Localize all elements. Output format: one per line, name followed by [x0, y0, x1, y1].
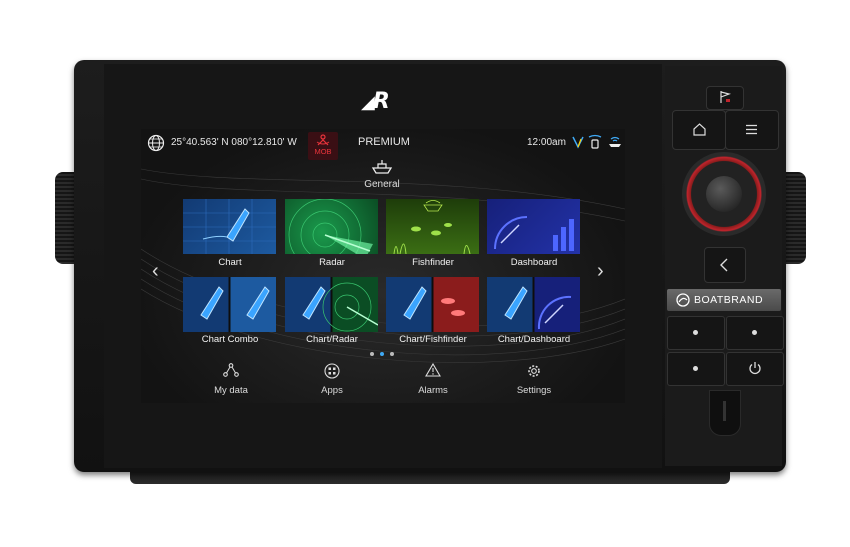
app-label-chart: Chart: [218, 257, 242, 268]
waypoint-button[interactable]: [706, 86, 744, 110]
app-tile-fishfinder[interactable]: [386, 199, 479, 254]
man-overboard-icon: [316, 134, 330, 146]
mode-label: PREMIUM: [358, 136, 410, 148]
page-dot-1[interactable]: [370, 352, 374, 356]
mob-label: MOB: [314, 147, 332, 156]
soft-key-2[interactable]: [726, 316, 784, 350]
nav-label-apps: Apps: [321, 385, 343, 396]
brand-logo-mark: ◢: [361, 92, 375, 113]
nav-my-data[interactable]: My data: [201, 361, 261, 399]
nav-label-my-data: My data: [214, 385, 248, 396]
chart-fishfinder-app-icon: [403, 286, 465, 320]
gps-signal-icon[interactable]: [572, 135, 584, 149]
app-tile-radar[interactable]: [285, 199, 378, 254]
autopilot-icon[interactable]: [588, 134, 602, 150]
nav-label-settings: Settings: [516, 385, 552, 396]
home-button[interactable]: [672, 110, 726, 150]
apps-grid-icon: [324, 363, 340, 379]
dot-icon: [693, 330, 698, 335]
dashboard-app-icon: [494, 216, 574, 251]
device-base: [130, 470, 730, 484]
app-label-radar: Radar: [319, 257, 345, 268]
app-label-chart-fishfinder: Chart/Fishfinder: [399, 334, 467, 345]
card-slot-door[interactable]: [709, 390, 741, 436]
radar-app-icon: [288, 199, 373, 254]
chart-combo-app-icon: [200, 286, 270, 320]
globe-icon[interactable]: [147, 134, 165, 152]
previous-page-arrow[interactable]: ‹: [152, 260, 159, 283]
warning-triangle-icon: [425, 363, 441, 377]
app-tile-dashboard[interactable]: [487, 199, 580, 254]
chart-radar-app-icon: [302, 282, 378, 332]
app-label-chart-dashboard: Chart/Dashboard: [497, 334, 571, 345]
app-tile-chart-radar[interactable]: [285, 277, 378, 332]
brand-plate: BOATBRAND: [667, 289, 781, 311]
position-coordinates: 25°40.563' N 080°12.810' W: [171, 137, 297, 148]
app-tile-chart[interactable]: [183, 199, 276, 254]
home-icon: [693, 123, 706, 136]
nav-settings[interactable]: Settings: [504, 361, 564, 399]
app-label-fishfinder: Fishfinder: [412, 257, 454, 268]
app-label-chart-combo: Chart Combo: [201, 334, 259, 345]
chevron-left-icon: [720, 258, 728, 272]
right-mount-knob[interactable]: [784, 172, 806, 264]
chart-app-icon: [183, 199, 276, 254]
soft-key-3[interactable]: [667, 352, 725, 386]
brand-swirl-icon: [676, 293, 690, 307]
joystick[interactable]: [706, 176, 742, 212]
menu-button[interactable]: [725, 110, 779, 150]
power-button[interactable]: [726, 352, 784, 386]
app-tile-chart-combo[interactable]: [183, 277, 276, 332]
gear-icon: [528, 365, 540, 377]
brand-logo-text: R: [372, 89, 390, 114]
share-nodes-icon: [223, 363, 239, 377]
mob-button[interactable]: MOB: [308, 132, 338, 160]
clock: 12:00am: [527, 137, 566, 148]
app-label-chart-radar: Chart/Radar: [306, 334, 358, 345]
next-page-arrow[interactable]: ›: [597, 260, 604, 283]
card-slot-handle: [723, 401, 726, 421]
app-label-dashboard: Dashboard: [510, 257, 558, 268]
power-icon: [749, 362, 761, 375]
status-bar: 25°40.563' N 080°12.810' W MOB PREMIUM 1…: [141, 129, 625, 160]
dot-icon: [693, 366, 698, 371]
nav-alarms[interactable]: Alarms: [403, 361, 463, 399]
nav-apps[interactable]: Apps: [302, 361, 362, 399]
brand-plate-text: BOATBRAND: [694, 294, 764, 306]
soft-key-1[interactable]: [667, 316, 725, 350]
brand-logo: ◢R: [361, 89, 390, 114]
flag-icon: [720, 91, 732, 103]
page-dot-3[interactable]: [390, 352, 394, 356]
dot-icon: [752, 330, 757, 335]
sonar-icon[interactable]: [607, 135, 623, 149]
boat-home-icon: [371, 160, 393, 174]
chart-dashboard-app-icon: [504, 286, 572, 330]
nav-label-alarms: Alarms: [418, 385, 448, 396]
app-tile-chart-dashboard[interactable]: [487, 277, 580, 332]
app-tile-chart-fishfinder[interactable]: [386, 277, 479, 332]
page-dot-2[interactable]: [380, 352, 384, 356]
back-button[interactable]: [704, 247, 746, 283]
fishfinder-app-icon: [393, 200, 471, 254]
group-label: General: [364, 179, 400, 190]
touch-screen[interactable]: 25°40.563' N 080°12.810' W MOB PREMIUM 1…: [141, 129, 625, 403]
hamburger-menu-icon: [746, 124, 757, 135]
